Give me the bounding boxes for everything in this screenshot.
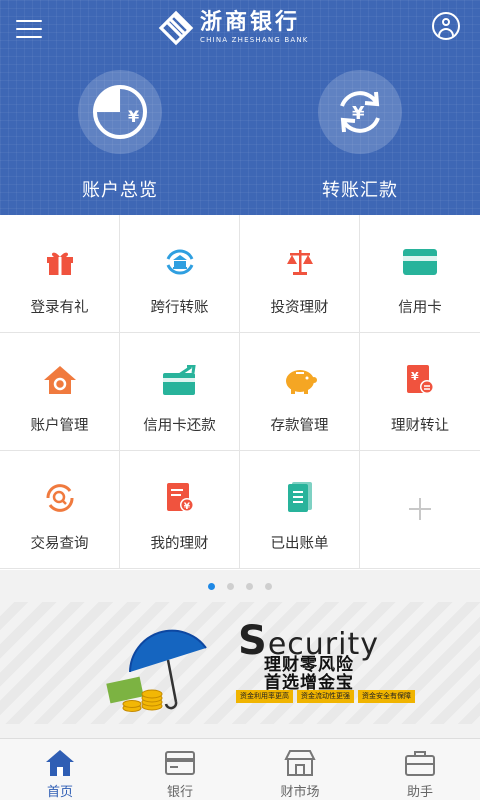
grid-item-card-repay[interactable]: 信用卡还款 bbox=[120, 333, 240, 451]
grid-item-add[interactable] bbox=[360, 451, 480, 569]
banner-tag: 资金利用率更高 bbox=[236, 690, 293, 703]
grid-item-bills[interactable]: 已出账单 bbox=[240, 451, 360, 569]
tab-label: 财市场 bbox=[280, 785, 320, 800]
account-overview-label: 账户总览 bbox=[82, 180, 158, 201]
grid-item-label: 投资理财 bbox=[270, 300, 329, 316]
transfer-doc-icon: ¥ bbox=[400, 360, 440, 400]
banner-tag: 资金流动性更强 bbox=[297, 690, 354, 703]
grid-item-investment[interactable]: 投资理财 bbox=[240, 215, 360, 333]
search-refresh-icon bbox=[40, 478, 80, 518]
tab-bank[interactable]: 银行 bbox=[120, 739, 240, 800]
banner-tags: 资金利用率更高 资金流动性更强 资金安全有保障 bbox=[236, 690, 415, 703]
user-profile-button[interactable] bbox=[432, 12, 460, 40]
transfer-remit-button[interactable]: ¥ 转账汇款 bbox=[280, 70, 440, 205]
svg-text:¥: ¥ bbox=[352, 103, 365, 124]
pager-dot[interactable] bbox=[265, 582, 272, 590]
pager-dot[interactable] bbox=[227, 582, 234, 590]
briefcase-icon bbox=[360, 749, 480, 777]
grid-item-deposit-manage[interactable]: 存款管理 bbox=[240, 333, 360, 451]
promo-banner[interactable]: Security 理财零风险 首选增金宝 资金利用率更高 资金流动性更强 资金安… bbox=[0, 602, 480, 724]
grid-item-label: 信用卡 bbox=[398, 300, 442, 316]
logo-chinese-name: 浙商银行 bbox=[200, 10, 301, 35]
tab-label: 首页 bbox=[46, 785, 73, 800]
grid-item-credit-card[interactable]: 信用卡 bbox=[360, 215, 480, 333]
tab-market[interactable]: 财市场 bbox=[240, 739, 360, 800]
grid-item-label: 存款管理 bbox=[270, 418, 329, 434]
pie-chart-yuan-icon: ¥ bbox=[78, 70, 162, 154]
umbrella-coins-icon bbox=[106, 629, 207, 712]
banner-tag: 资金安全有保障 bbox=[358, 690, 415, 703]
bank-card-icon bbox=[120, 749, 240, 777]
tab-home[interactable]: 首页 bbox=[0, 739, 120, 800]
bank-logo: 浙商银行 CHINA ZHESHANG BANK bbox=[158, 8, 309, 48]
grid-item-login-gift[interactable]: 登录有礼 bbox=[0, 215, 120, 333]
add-icon bbox=[400, 489, 440, 529]
menu-button[interactable] bbox=[14, 14, 44, 42]
transfer-cycle-yuan-icon: ¥ bbox=[318, 70, 402, 154]
store-icon bbox=[240, 749, 360, 777]
grid-item-label: 理财转让 bbox=[391, 418, 449, 434]
pager-dot-active[interactable] bbox=[208, 582, 215, 590]
grid-item-interbank-transfer[interactable]: 跨行转账 bbox=[120, 215, 240, 333]
page-indicator bbox=[0, 570, 480, 602]
finance-doc-icon: ¥ bbox=[160, 478, 200, 518]
card-repay-icon bbox=[160, 360, 200, 400]
grid-item-label: 跨行转账 bbox=[150, 300, 209, 316]
feature-grid: 登录有礼 跨行转账 投资理财 信用卡 账户管理 信用卡还款 存款管理 ¥ 理财转… bbox=[0, 215, 480, 570]
svg-text:¥: ¥ bbox=[183, 502, 190, 512]
bank-transfer-icon bbox=[160, 242, 200, 282]
grid-item-label: 信用卡还款 bbox=[143, 418, 216, 434]
zheshang-logo-icon bbox=[158, 10, 194, 46]
grid-item-transaction-query[interactable]: 交易查询 bbox=[0, 451, 120, 569]
scales-icon bbox=[280, 242, 320, 282]
tab-assistant[interactable]: 助手 bbox=[360, 739, 480, 800]
grid-item-label: 我的理财 bbox=[150, 536, 209, 552]
svg-text:¥: ¥ bbox=[128, 107, 139, 126]
gift-icon bbox=[40, 242, 80, 282]
home-icon bbox=[0, 749, 120, 777]
bill-icon bbox=[280, 478, 320, 518]
grid-item-account-manage[interactable]: 账户管理 bbox=[0, 333, 120, 451]
transfer-remit-label: 转账汇款 bbox=[322, 180, 398, 201]
home-gear-icon bbox=[40, 360, 80, 400]
tab-label: 助手 bbox=[406, 785, 433, 800]
grid-item-label: 账户管理 bbox=[30, 418, 89, 434]
piggy-bank-icon bbox=[280, 360, 320, 400]
svg-text:¥: ¥ bbox=[411, 370, 419, 383]
grid-item-label: 交易查询 bbox=[30, 536, 89, 552]
grid-item-label: 已出账单 bbox=[270, 536, 329, 552]
tab-label: 银行 bbox=[166, 785, 193, 800]
credit-card-icon bbox=[400, 242, 440, 282]
logo-english-name: CHINA ZHESHANG BANK bbox=[200, 36, 309, 44]
hero-header: 浙商银行 CHINA ZHESHANG BANK ¥ 账户总览 ¥ 转账汇款 bbox=[0, 0, 480, 215]
grid-item-label: 登录有礼 bbox=[30, 300, 89, 316]
grid-item-finance-transfer[interactable]: ¥ 理财转让 bbox=[360, 333, 480, 451]
grid-item-my-finance[interactable]: ¥ 我的理财 bbox=[120, 451, 240, 569]
bottom-tab-bar: 首页 银行 财市场 助手 bbox=[0, 738, 480, 800]
pager-dot[interactable] bbox=[246, 582, 253, 590]
account-overview-button[interactable]: ¥ 账户总览 bbox=[40, 70, 200, 205]
